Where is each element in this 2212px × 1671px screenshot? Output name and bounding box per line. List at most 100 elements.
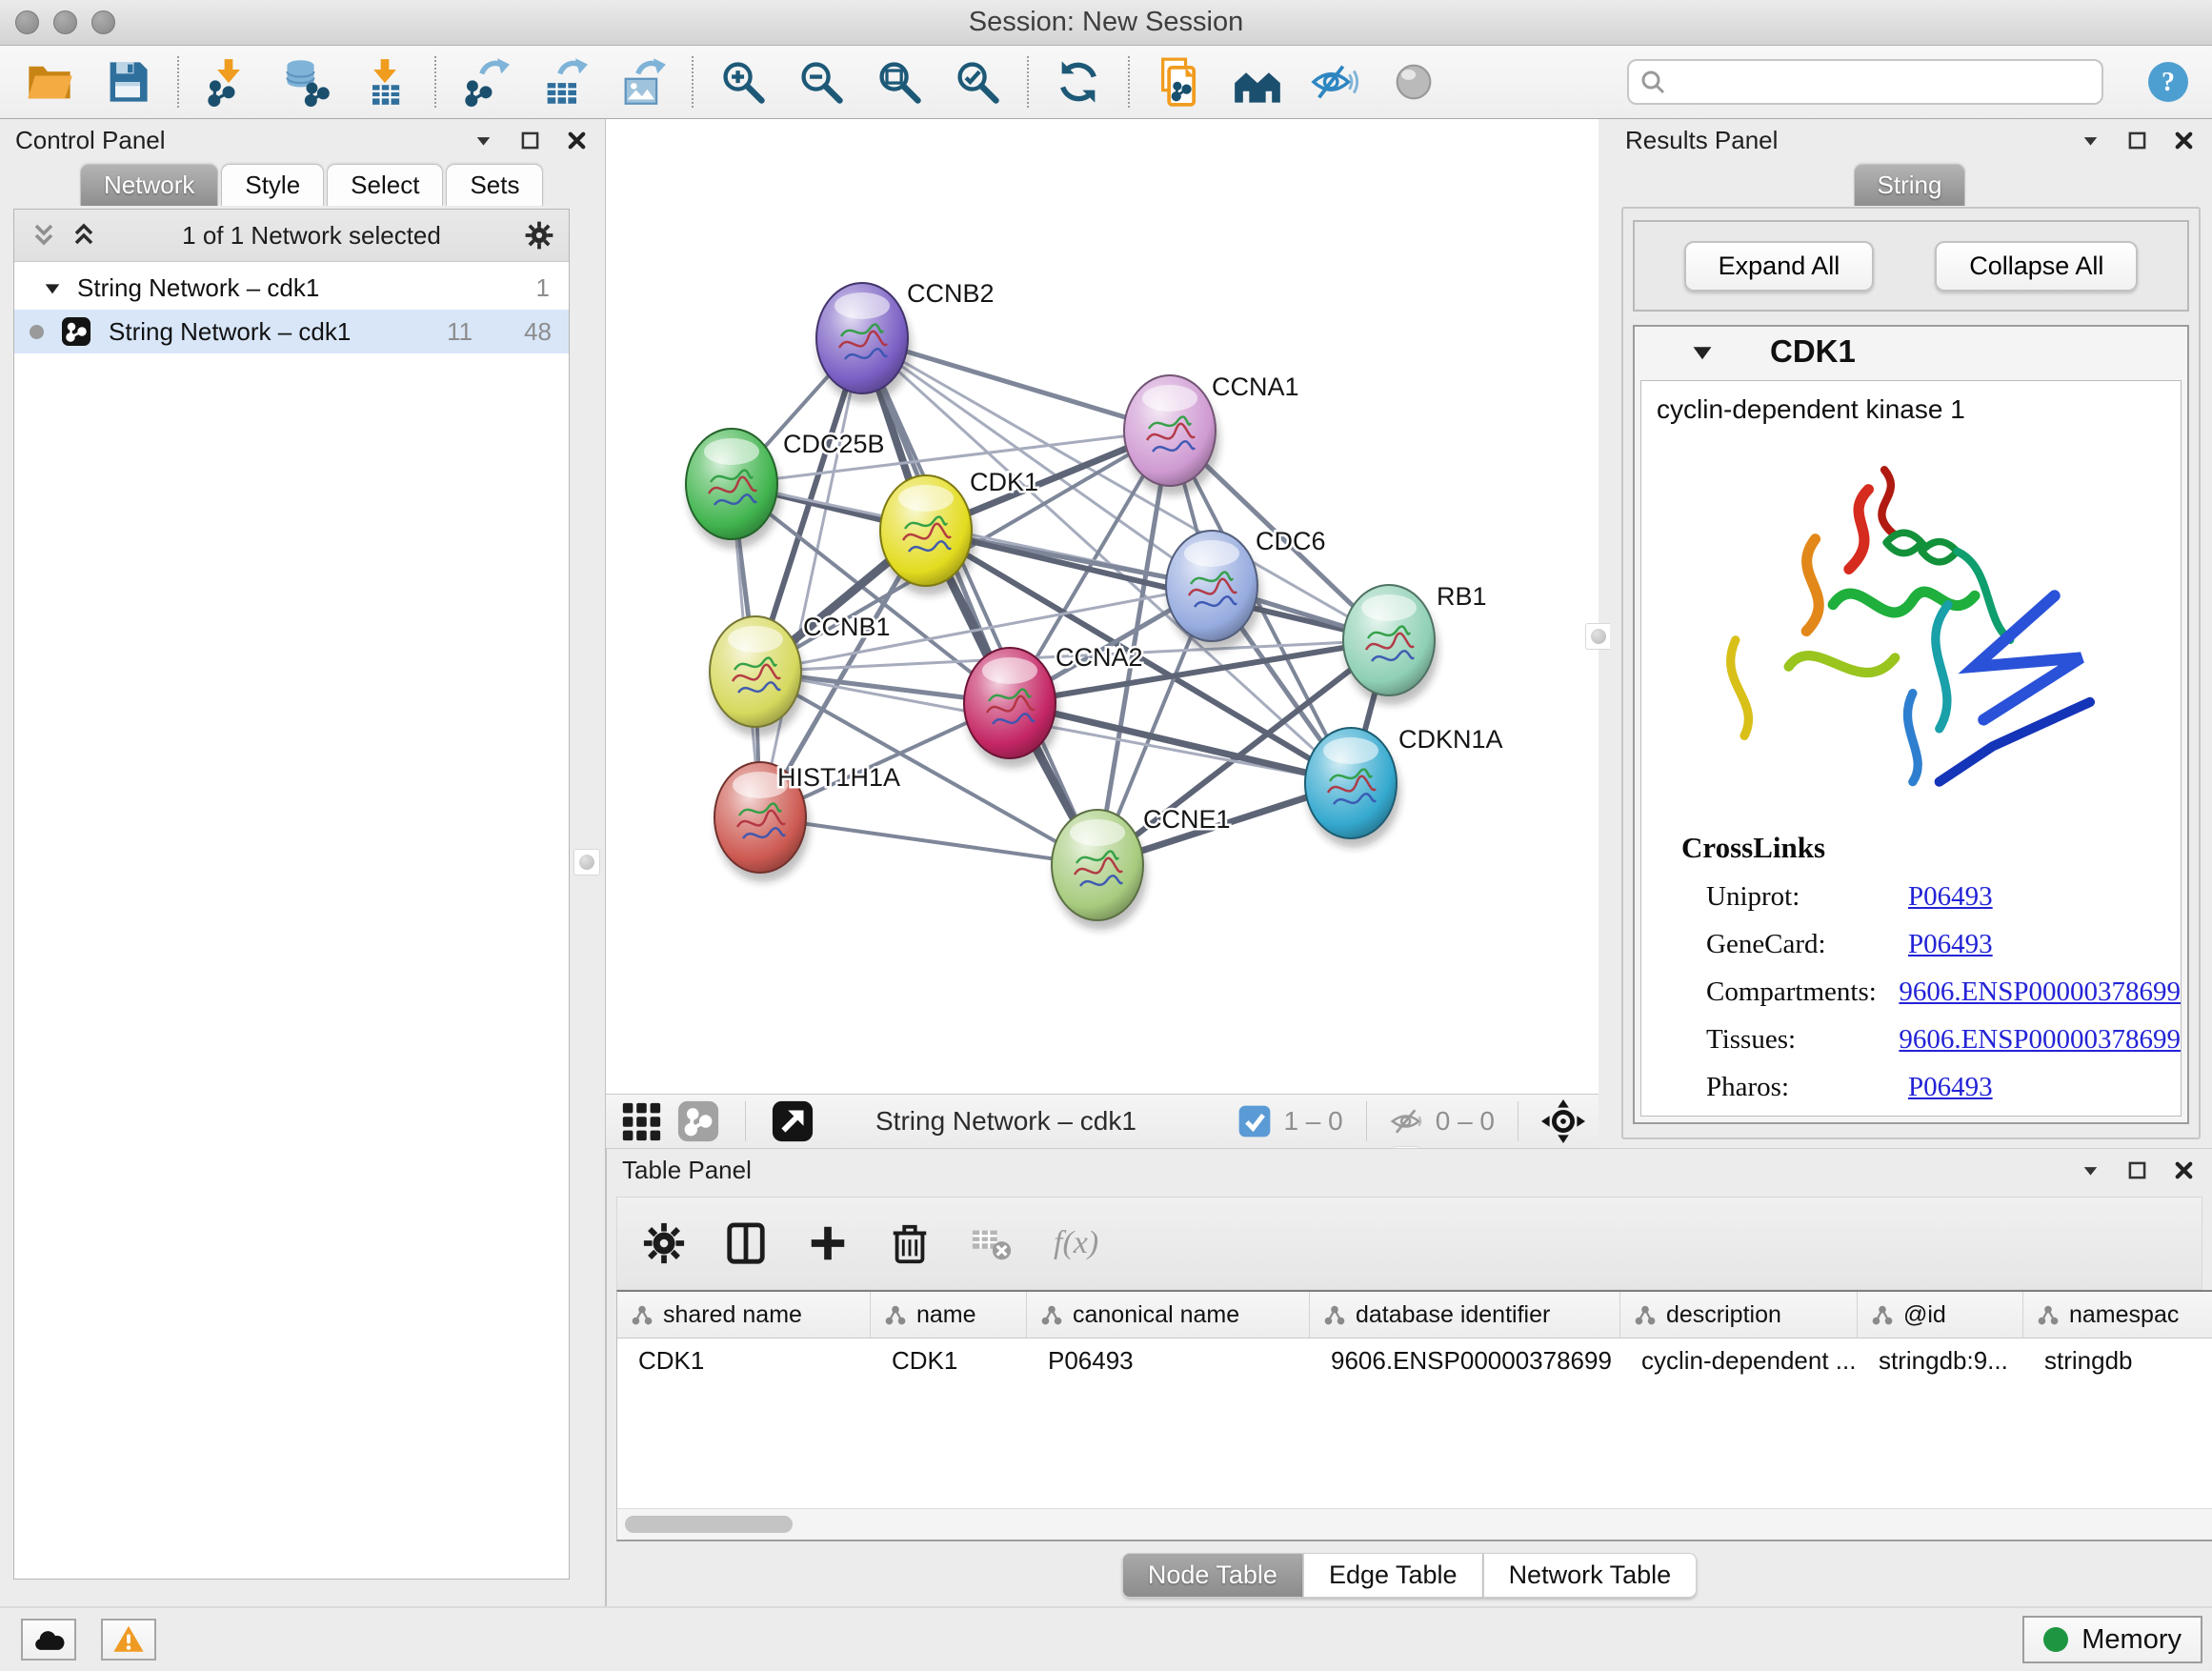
column-header-canonical-name[interactable]: canonical name	[1027, 1292, 1310, 1338]
node-CCNE1[interactable]: CCNE1	[1052, 805, 1231, 930]
fit-crosshair-icon[interactable]	[1541, 1099, 1585, 1143]
table-panel-minimize-icon[interactable]	[2078, 1158, 2103, 1183]
table-settings-icon[interactable]	[642, 1221, 686, 1265]
refresh-view-icon[interactable]	[1054, 57, 1103, 107]
column-header-name[interactable]: name	[871, 1292, 1027, 1338]
tree-expand-icon[interactable]	[43, 278, 62, 297]
tab-select[interactable]: Select	[327, 164, 443, 206]
edge-HIST1H1A-CCNE1[interactable]	[760, 817, 1097, 865]
results-panel-close-icon[interactable]	[2171, 128, 2197, 153]
table-row[interactable]: CDK1CDK1P064939606.ENSP00000378699cyclin…	[617, 1339, 2212, 1382]
column-header-database-identifier[interactable]: database identifier	[1310, 1292, 1620, 1338]
node-CCNB2[interactable]: CCNB2	[816, 279, 995, 403]
results-panel-minimize-icon[interactable]	[2078, 128, 2103, 153]
export-image-icon[interactable]	[617, 57, 667, 107]
crosslink-link[interactable]: P06493	[1908, 1063, 1993, 1111]
cloud-button[interactable]	[21, 1619, 76, 1661]
protein-section-header[interactable]: CDK1	[1635, 327, 2187, 376]
crosslink-link[interactable]: 9606.ENSP00000378699	[1899, 1016, 2181, 1063]
import-database-icon[interactable]	[282, 57, 332, 107]
column-header--id[interactable]: @id	[1858, 1292, 2023, 1338]
column-header-namespac[interactable]: namespac	[2023, 1292, 2212, 1338]
control-panel-minimize-icon[interactable]	[471, 128, 496, 153]
zoom-in-icon[interactable]	[718, 57, 768, 107]
hidden-eye-icon[interactable]	[1390, 1104, 1424, 1138]
scrollbar-thumb[interactable]	[625, 1516, 793, 1533]
network-view-title: String Network – cdk1	[875, 1106, 1136, 1137]
expand-all-networks-icon[interactable]	[70, 221, 98, 250]
table-horizontal-scrollbar[interactable]	[617, 1508, 2212, 1540]
node-CDK1[interactable]: CDK1	[880, 468, 1038, 595]
control-panel-close-icon[interactable]	[564, 128, 590, 153]
node-CDKN1A[interactable]: CDKN1A	[1305, 725, 1503, 848]
help-icon[interactable]: ?	[2145, 59, 2191, 105]
grid-view-icon[interactable]	[619, 1099, 663, 1143]
crosslink-link[interactable]: P06493	[1908, 920, 1993, 968]
tab-network-table[interactable]: Network Table	[1483, 1553, 1698, 1598]
table-panel-float-icon[interactable]	[2124, 1158, 2150, 1183]
tab-string[interactable]: String	[1854, 164, 1966, 206]
network-row-selected[interactable]: String Network – cdk1 11 48	[14, 310, 569, 353]
table-cell[interactable]: CDK1	[617, 1346, 871, 1376]
node-CDC25B[interactable]: CDC25B	[686, 429, 885, 549]
network-options-gear-icon[interactable]	[525, 221, 553, 250]
edge-CCNB2-HIST1H1A[interactable]	[760, 338, 862, 817]
results-panel-float-icon[interactable]	[2124, 128, 2150, 153]
left-splitter-grip[interactable]	[573, 849, 600, 876]
table-cell[interactable]: P06493	[1027, 1346, 1310, 1376]
network-canvas[interactable]: CCNB2 CCNA1 CDC25B	[606, 119, 1599, 1094]
zoom-selected-icon[interactable]	[953, 57, 1002, 107]
import-table-icon[interactable]	[360, 57, 410, 107]
export-network-icon[interactable]	[461, 57, 511, 107]
table-cell[interactable]: 9606.ENSP00000378699	[1310, 1346, 1620, 1376]
node-HIST1H1A[interactable]: HIST1H1A	[714, 762, 900, 882]
column-header-description[interactable]: description	[1620, 1292, 1858, 1338]
collapse-all-networks-icon[interactable]	[30, 221, 58, 250]
navigator-icon[interactable]	[771, 1099, 814, 1143]
table-cell[interactable]: cyclin-dependent ...	[1620, 1346, 1858, 1376]
close-window-button[interactable]	[15, 10, 39, 34]
node-CCNA1[interactable]: CCNA1	[1124, 372, 1299, 495]
tab-sets[interactable]: Sets	[446, 164, 543, 206]
memory-button[interactable]: Memory	[2022, 1616, 2202, 1663]
show-columns-icon[interactable]	[724, 1221, 768, 1265]
open-session-icon[interactable]	[25, 57, 74, 107]
collapse-all-button[interactable]: Collapse All	[1935, 241, 2138, 292]
selected-checkbox-icon[interactable]	[1237, 1104, 1272, 1138]
tab-network[interactable]: Network	[80, 164, 218, 206]
right-splitter-grip[interactable]	[1585, 623, 1612, 650]
string-home-icon[interactable]	[1233, 57, 1282, 107]
zoom-window-button[interactable]	[91, 10, 115, 34]
table-cell[interactable]: CDK1	[871, 1346, 1027, 1376]
network-collection-row[interactable]: String Network – cdk1 1	[14, 262, 569, 310]
crosslink-link[interactable]: 9606.ENSP00000378699	[1899, 968, 2181, 1016]
zoom-out-icon[interactable]	[796, 57, 846, 107]
import-network-icon[interactable]	[204, 57, 253, 107]
control-panel-float-icon[interactable]	[517, 128, 543, 153]
zoom-fit-icon[interactable]	[875, 57, 924, 107]
delete-column-icon[interactable]	[888, 1221, 932, 1265]
share-view-icon[interactable]	[676, 1099, 720, 1143]
search-input[interactable]	[1667, 67, 2092, 98]
export-table-icon[interactable]	[539, 57, 589, 107]
section-collapse-icon[interactable]	[1690, 339, 1715, 364]
tab-node-table[interactable]: Node Table	[1122, 1553, 1303, 1598]
hide-selected-icon[interactable]	[1311, 57, 1360, 107]
table-panel-close-icon[interactable]	[2171, 1158, 2197, 1183]
save-session-icon[interactable]	[103, 57, 152, 107]
search-field[interactable]	[1627, 59, 2103, 105]
table-cell[interactable]: stringdb:9...	[1858, 1346, 2023, 1376]
node-RB1[interactable]: RB1	[1343, 582, 1487, 705]
warning-button[interactable]	[101, 1619, 156, 1661]
expand-all-button[interactable]: Expand All	[1684, 241, 1875, 292]
table-cell[interactable]: stringdb	[2023, 1346, 2212, 1376]
crosslink-link[interactable]: P06493	[1908, 873, 1993, 920]
share-document-icon[interactable]	[1155, 57, 1204, 107]
add-column-icon[interactable]	[806, 1221, 850, 1265]
tab-style[interactable]: Style	[221, 164, 324, 206]
minimize-window-button[interactable]	[53, 10, 77, 34]
show-hidden-icon[interactable]	[1389, 57, 1438, 107]
column-header-shared-name[interactable]: shared name	[617, 1292, 871, 1338]
edge-CCNA2-CDKN1A[interactable]	[1010, 703, 1351, 783]
tab-edge-table[interactable]: Edge Table	[1303, 1553, 1483, 1598]
